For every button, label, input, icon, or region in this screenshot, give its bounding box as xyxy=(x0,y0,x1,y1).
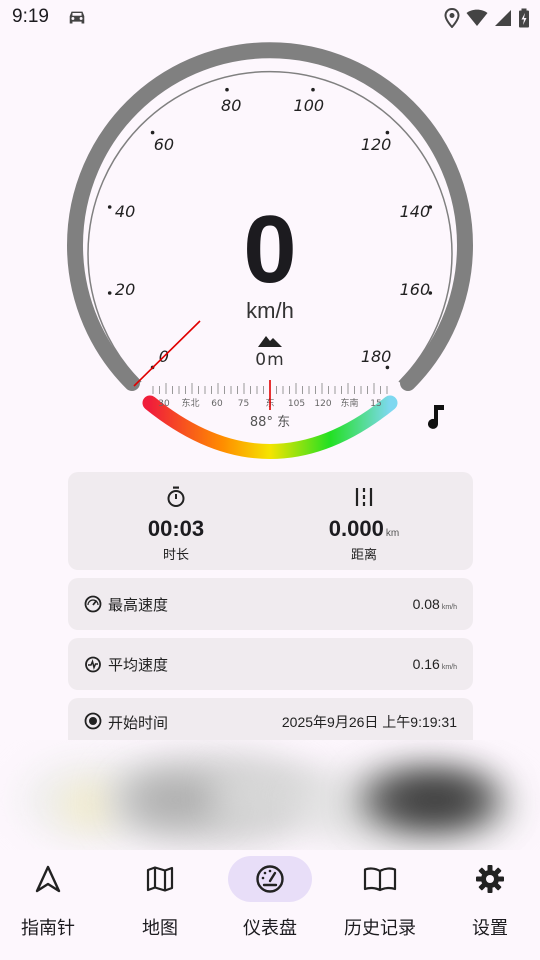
compass-label: 120 xyxy=(314,399,331,409)
average-speed-icon xyxy=(85,656,101,673)
avg-speed-number: 0.16 xyxy=(412,656,440,672)
compass-label: 30 xyxy=(158,399,170,409)
compass-label: 105 xyxy=(288,399,305,409)
max-speed-unit: km/h xyxy=(441,604,457,611)
car-icon xyxy=(69,11,85,24)
nav-item-history[interactable]: 历史记录 xyxy=(326,856,434,952)
nav-icon-dashboard xyxy=(228,856,312,902)
gauge-tick-dot xyxy=(225,87,229,92)
music-note-icon[interactable] xyxy=(424,402,448,432)
speed-needle xyxy=(133,320,201,387)
nav-item-dashboard[interactable]: 仪表盘 xyxy=(216,856,324,952)
status-bar: 9:19 xyxy=(0,0,540,36)
book-icon xyxy=(363,867,397,892)
speed-value: 0 xyxy=(243,196,297,303)
gauge-tick-dot xyxy=(311,87,315,92)
gauge-tick-label: 40 xyxy=(115,202,135,221)
avg-speed-label: 平均速度 xyxy=(108,655,169,674)
compass-heading: 88° 东 xyxy=(249,415,291,430)
nav-item-compass[interactable]: 指南针 xyxy=(0,856,102,952)
stopwatch-icon xyxy=(167,486,185,507)
gauge-tick-label: 160 xyxy=(400,280,431,299)
gauge-tick-label: 120 xyxy=(361,135,392,154)
distance-unit: km xyxy=(385,528,400,539)
duration-value: 00:03 xyxy=(147,516,205,541)
signal-icon xyxy=(495,10,511,26)
distance-label: 距离 xyxy=(350,548,377,563)
start-time-label: 开始时间 xyxy=(108,714,169,732)
gauge-tick-label: 180 xyxy=(361,347,392,366)
max-speed-row: 最高速度 0.08 km/h xyxy=(68,578,473,630)
gauge-tick-dot xyxy=(385,365,390,370)
gauge-tick-label: 80 xyxy=(221,96,241,115)
location-icon xyxy=(444,8,460,28)
blurred-ad-banner[interactable] xyxy=(0,740,540,850)
compass-label: 75 xyxy=(238,399,249,409)
duration-label: 时长 xyxy=(162,548,189,563)
altitude-value: 0m xyxy=(255,350,285,370)
nav-icon-compass xyxy=(6,856,90,902)
mountain-icon xyxy=(258,336,282,347)
gauge-tick-dot xyxy=(107,291,112,295)
bottom-navigation: 指南针 地图 仪表盘 历史记录 设置 xyxy=(0,850,540,960)
nav-label-dashboard: 仪表盘 xyxy=(243,918,297,939)
map-icon xyxy=(146,866,174,892)
nav-label-map: 地图 xyxy=(142,918,178,939)
gauge-tick-label: 60 xyxy=(154,135,174,154)
gauge-tick-dot xyxy=(107,205,112,209)
trip-stats-card: 00:03 时长 0.000 km 距离 xyxy=(68,472,473,570)
speed-unit: km/h xyxy=(246,298,294,323)
distance-number: 0.000 xyxy=(328,516,384,541)
avg-speed-value: 0.16 km/h xyxy=(413,656,457,672)
gauge-tick-label: 20 xyxy=(115,280,135,299)
max-speed-value: 0.08 km/h xyxy=(413,596,457,612)
nav-label-history: 历史记录 xyxy=(344,918,416,939)
navigation-arrow-icon xyxy=(35,865,61,893)
nav-label-compass: 指南针 xyxy=(21,918,75,939)
nav-icon-settings xyxy=(448,856,532,902)
compass-label: 东北 xyxy=(181,397,199,409)
compass-label: 东南 xyxy=(340,397,358,409)
nav-label-settings: 设置 xyxy=(472,918,508,939)
start-time-value: 2025年9月26日 上午9:19:31 xyxy=(281,714,457,730)
distance-value: 0.000 km xyxy=(264,516,464,542)
duration-stat: 00:03 时长 xyxy=(76,486,276,563)
gauge-tick-label: 140 xyxy=(400,202,431,221)
gear-icon xyxy=(476,865,504,893)
nav-item-map[interactable]: 地图 xyxy=(106,856,214,952)
speedometer-icon xyxy=(84,595,102,613)
distance-stat: 0.000 km 距离 xyxy=(264,486,464,563)
record-icon xyxy=(84,712,102,730)
battery-charging-icon xyxy=(519,8,529,28)
compass-label: 15 xyxy=(370,399,381,409)
speedometer-icon xyxy=(256,865,284,893)
gauge-tick-dot xyxy=(150,130,155,135)
avg-speed-row: 平均速度 0.16 km/h xyxy=(68,638,473,690)
wifi-icon xyxy=(466,9,488,26)
nav-icon-map xyxy=(118,856,202,902)
gauge-tick-dot xyxy=(385,130,390,135)
compass-label: 60 xyxy=(211,399,223,409)
avg-speed-unit: km/h xyxy=(441,664,457,671)
gauge-tick-label: 100 xyxy=(294,96,325,115)
nav-item-settings[interactable]: 设置 xyxy=(436,856,540,952)
nav-icon-history xyxy=(338,856,422,902)
max-speed-number: 0.08 xyxy=(412,596,440,612)
status-time: 9:19 xyxy=(12,6,49,27)
max-speed-label: 最高速度 xyxy=(108,595,169,614)
road-icon xyxy=(355,488,373,506)
start-time-row: 开始时间 2025年9月26日 上午9:19:31 xyxy=(68,698,473,740)
